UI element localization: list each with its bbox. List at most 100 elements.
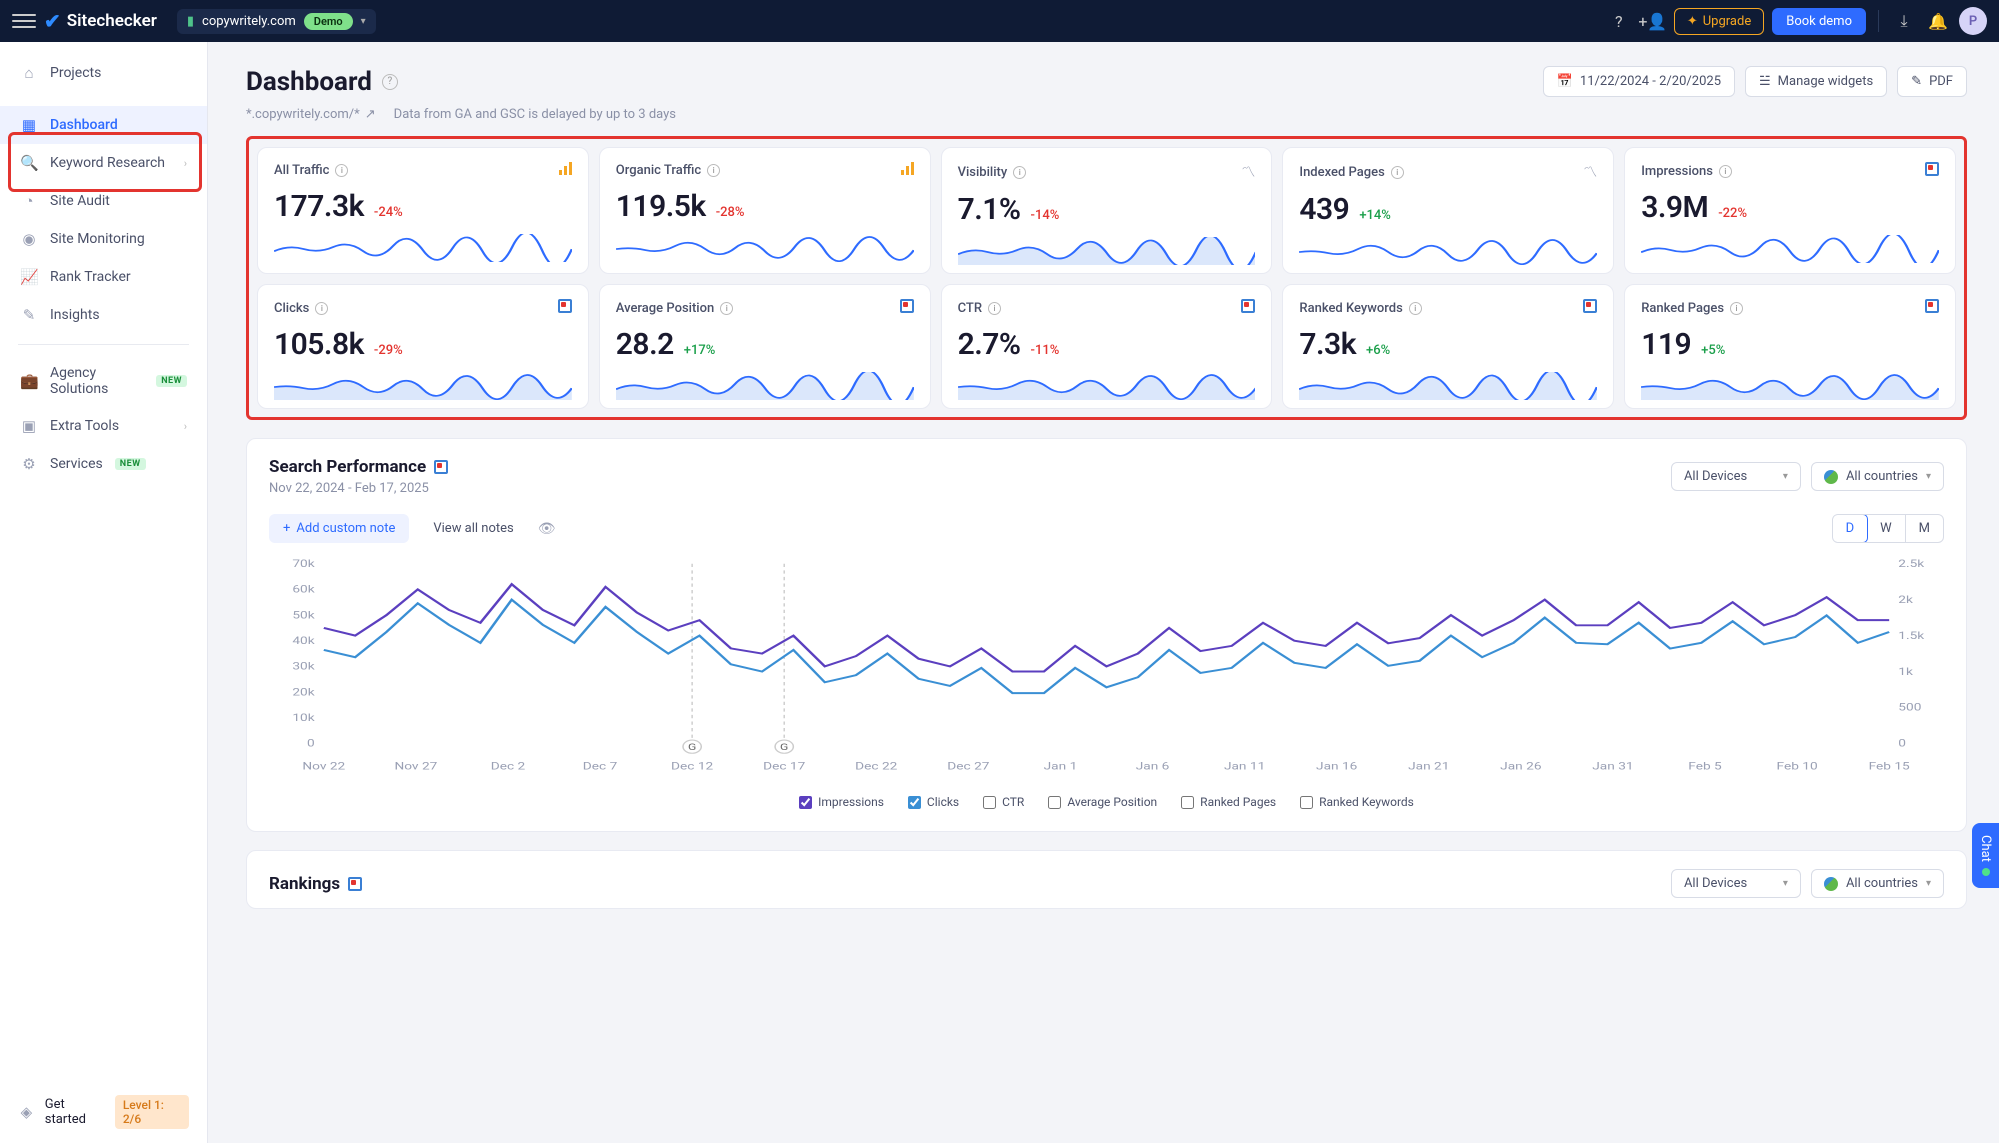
svg-text:60k: 60k <box>292 584 315 596</box>
bell-icon[interactable]: 🔔 <box>1925 8 1951 34</box>
countries-dropdown[interactable]: All countries▾ <box>1811 462 1944 491</box>
tile-delta: -24% <box>374 205 403 220</box>
pdf-button[interactable]: ✎PDF <box>1897 66 1967 97</box>
help-icon[interactable]: ? <box>1606 8 1632 34</box>
nav-projects[interactable]: ⌂Projects <box>0 54 207 92</box>
granularity-m[interactable]: M <box>1906 515 1943 542</box>
info-icon[interactable]: i <box>720 302 733 315</box>
panel-title: Search Performance <box>269 457 448 477</box>
svg-text:Jan 11: Jan 11 <box>1224 761 1265 773</box>
site-selector[interactable]: ▮ copywritely.com Demo ▾ <box>177 9 376 34</box>
hamburger-icon[interactable] <box>12 9 36 33</box>
svg-text:Dec 7: Dec 7 <box>583 761 618 773</box>
tile-label: All Traffic <box>274 163 329 178</box>
legend-item[interactable]: CTR <box>983 795 1024 809</box>
bars-icon <box>901 162 914 175</box>
info-icon[interactable]: i <box>1013 166 1026 179</box>
download-icon[interactable]: ⤓ <box>1891 8 1917 34</box>
gsc-icon <box>1925 162 1939 176</box>
gauge-icon: ◔ <box>20 192 38 210</box>
tile-label: Clicks <box>274 301 309 316</box>
manage-widgets-button[interactable]: ☱Manage widgets <box>1745 66 1887 97</box>
nav-services[interactable]: ⚙ServicesNEW <box>0 445 207 483</box>
legend-item[interactable]: Clicks <box>908 795 959 809</box>
info-icon[interactable]: i <box>988 302 1001 315</box>
metric-tile[interactable]: Ranked Keywords i 7.3k +6% <box>1282 284 1614 409</box>
svg-text:2k: 2k <box>1898 594 1914 606</box>
chat-tab[interactable]: Chat <box>1972 823 1999 888</box>
info-icon[interactable]: i <box>1730 302 1743 315</box>
chevron-down-icon: ▾ <box>361 16 366 27</box>
nav-site-monitoring[interactable]: ◉Site Monitoring <box>0 220 207 258</box>
nav-rank-tracker[interactable]: 📈Rank Tracker <box>0 258 207 296</box>
metric-tile[interactable]: Organic Traffic i 119.5k -28% <box>599 147 931 274</box>
svg-text:Jan 31: Jan 31 <box>1592 761 1633 773</box>
sliders-icon: ☱ <box>1759 74 1771 89</box>
info-icon[interactable]: i <box>1719 165 1732 178</box>
devices-dropdown[interactable]: All Devices▾ <box>1671 462 1801 491</box>
domain-link[interactable]: *.copywritely.com/*↗ <box>246 107 376 122</box>
performance-chart[interactable]: 010k20k30k40k50k60k70k05001k1.5k2k2.5kGG… <box>269 555 1944 785</box>
devices-dropdown[interactable]: All Devices▾ <box>1671 869 1801 898</box>
avatar[interactable]: P <box>1959 7 1987 35</box>
info-icon[interactable]: i <box>335 164 348 177</box>
add-note-button[interactable]: +Add custom note <box>269 514 409 543</box>
nav-insights[interactable]: ✎Insights <box>0 296 207 334</box>
nav-site-audit[interactable]: ◔Site Audit <box>0 182 207 220</box>
tile-delta: +14% <box>1359 208 1391 223</box>
legend-item[interactable]: Ranked Pages <box>1181 795 1276 809</box>
chevron-down-icon: ▾ <box>1926 471 1931 482</box>
svg-text:Jan 16: Jan 16 <box>1316 761 1358 773</box>
gsc-icon <box>1925 299 1939 313</box>
metric-tile[interactable]: Ranked Pages i 119 +5% <box>1624 284 1956 409</box>
tile-delta: +5% <box>1701 343 1725 358</box>
legend-item[interactable]: Impressions <box>799 795 884 809</box>
metric-tile[interactable]: Visibility i 〽 7.1% -14% <box>941 147 1273 274</box>
brand-logo[interactable]: ✔ Sitechecker <box>44 9 157 33</box>
tile-value: 7.1% <box>958 192 1021 227</box>
svg-text:40k: 40k <box>292 635 315 647</box>
svg-text:Nov 22: Nov 22 <box>302 761 345 773</box>
metric-tile[interactable]: Clicks i 105.8k -29% <box>257 284 589 409</box>
countries-dropdown[interactable]: All countries▾ <box>1811 869 1944 898</box>
tile-delta: +6% <box>1366 343 1390 358</box>
nav-extra-tools[interactable]: ▣Extra Tools› <box>0 407 207 445</box>
granularity-w[interactable]: W <box>1867 515 1906 542</box>
metric-tile[interactable]: Average Position i 28.2 +17% <box>599 284 931 409</box>
metric-tile[interactable]: Impressions i 3.9M -22% <box>1624 147 1956 274</box>
tile-label: Average Position <box>616 301 714 316</box>
metric-tile[interactable]: CTR i 2.7% -11% <box>941 284 1273 409</box>
date-range-picker[interactable]: 📅11/22/2024 - 2/20/2025 <box>1543 66 1735 97</box>
eye-icon[interactable]: 👁 <box>538 521 556 537</box>
chevron-down-icon: ▾ <box>1926 878 1931 889</box>
tile-value: 7.3k <box>1299 327 1356 362</box>
info-icon[interactable]: i <box>1409 302 1422 315</box>
info-icon[interactable]: i <box>707 164 720 177</box>
metric-tiles-grid: All Traffic i 177.3k -24% Organic Traffi… <box>257 147 1956 409</box>
book-demo-button[interactable]: Book demo <box>1772 8 1866 35</box>
tile-label: Indexed Pages <box>1299 165 1384 180</box>
metric-tile[interactable]: Indexed Pages i 〽 439 +14% <box>1282 147 1614 274</box>
metric-tile[interactable]: All Traffic i 177.3k -24% <box>257 147 589 274</box>
info-icon[interactable]: i <box>1391 166 1404 179</box>
tile-value: 119 <box>1641 327 1691 362</box>
nav-keyword-research[interactable]: 🔍Keyword Research› <box>0 144 207 182</box>
svg-text:1.5k: 1.5k <box>1898 630 1925 642</box>
svg-text:2.5k: 2.5k <box>1898 558 1925 570</box>
upgrade-button[interactable]: ✦ Upgrade <box>1674 8 1764 35</box>
sparkline <box>616 372 914 400</box>
svg-text:Feb 15: Feb 15 <box>1869 761 1910 773</box>
granularity-d[interactable]: D <box>1832 514 1869 543</box>
legend-item[interactable]: Average Position <box>1048 795 1157 809</box>
add-user-icon[interactable]: +👤 <box>1640 8 1666 34</box>
nav-agency[interactable]: 💼Agency SolutionsNEW <box>0 355 207 407</box>
legend-item[interactable]: Ranked Keywords <box>1300 795 1414 809</box>
info-icon[interactable]: i <box>315 302 328 315</box>
svg-text:30k: 30k <box>292 661 315 673</box>
svg-text:Feb 10: Feb 10 <box>1777 761 1818 773</box>
info-icon[interactable]: ? <box>382 74 398 90</box>
tile-value: 119.5k <box>616 189 706 224</box>
nav-dashboard[interactable]: ▦Dashboard <box>0 106 207 144</box>
sidebar-footer[interactable]: ◈ Get started Level 1: 2/6 <box>0 1095 207 1129</box>
view-notes-button[interactable]: View all notes <box>423 514 523 543</box>
